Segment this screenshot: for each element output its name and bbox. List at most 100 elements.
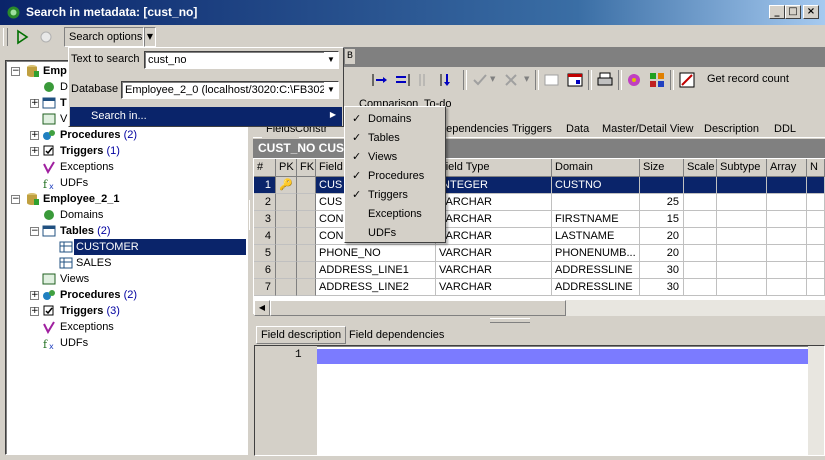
horizontal-splitter[interactable] [490, 318, 530, 323]
search-in-option-domains[interactable]: ✓ Domains [347, 110, 443, 129]
table-cell[interactable] [767, 245, 807, 262]
table-cell[interactable]: ADDRESSLINE [552, 262, 640, 279]
get-record-count-button[interactable]: Get record count [707, 73, 789, 85]
table-cell[interactable] [717, 262, 767, 279]
table-cell[interactable] [276, 228, 297, 245]
table-cell[interactable]: 25 [640, 194, 684, 211]
search-in-option-exceptions[interactable]: Exceptions [347, 205, 443, 224]
table-cell[interactable] [807, 279, 825, 296]
table-cell[interactable] [807, 228, 825, 245]
table-cell[interactable]: FIRSTNAME [552, 211, 640, 228]
table-cell[interactable] [684, 177, 717, 194]
table-cell[interactable]: 4 [254, 228, 276, 245]
tree-db2-procedures[interactable]: Procedures [60, 289, 121, 301]
table-cell[interactable]: VARCHAR [436, 279, 552, 296]
table-cell[interactable]: CUSTNO [552, 177, 640, 194]
table-cell[interactable] [717, 194, 767, 211]
rollback-icon[interactable] [502, 72, 520, 88]
tree-db2-udfs[interactable]: UDFs [60, 335, 88, 351]
table-cell[interactable] [767, 211, 807, 228]
table-cell[interactable] [297, 245, 316, 262]
tree-db1-name[interactable]: Emp [43, 63, 67, 79]
tree-db2-views[interactable]: Views [60, 271, 89, 287]
close-button[interactable]: × [803, 5, 819, 19]
tab-field-dependencies[interactable]: Field dependencies [345, 327, 448, 344]
tree-db1-udfs[interactable]: UDFs [60, 175, 88, 191]
expand-db1-icon[interactable]: − [11, 67, 20, 76]
tab-master-detail[interactable]: Master/Detail View [598, 121, 698, 138]
col-fk[interactable]: FK [297, 159, 316, 177]
table-cell[interactable] [297, 177, 316, 194]
col-number[interactable]: # [254, 159, 276, 177]
tab-field-description[interactable]: Field description [256, 326, 347, 344]
table-cell[interactable]: 3 [254, 211, 276, 228]
search-in-option-procedures[interactable]: ✓ Procedures [347, 167, 443, 186]
table-cell[interactable]: ADDRESS_LINE2 [316, 279, 436, 296]
table-cell[interactable] [684, 228, 717, 245]
tab-data[interactable]: Data [562, 121, 593, 138]
table-cell[interactable]: ADDRESSLINE [552, 279, 640, 296]
table-cell[interactable] [767, 228, 807, 245]
tab-description[interactable]: Description [700, 121, 763, 138]
col-array[interactable]: Array [767, 159, 807, 177]
table-cell[interactable] [297, 262, 316, 279]
tree-db1-exceptions[interactable]: Exceptions [60, 159, 114, 175]
database-combo[interactable]: Employee_2_0 (localhost/3020:C:\FB3020\ … [121, 81, 339, 99]
tree-db2-triggers[interactable]: Triggers [60, 305, 103, 317]
table-cell[interactable]: 20 [640, 228, 684, 245]
col-size[interactable]: Size [640, 159, 684, 177]
insert-field-icon[interactable] [371, 72, 389, 88]
table-cell[interactable] [717, 279, 767, 296]
col-domain[interactable]: Domain [552, 159, 640, 177]
table-cell[interactable]: 15 [640, 211, 684, 228]
table-cell[interactable]: 7 [254, 279, 276, 296]
search-in-option-views[interactable]: ✓ Views [347, 148, 443, 167]
database-dropdown-icon[interactable]: ▼ [324, 82, 338, 98]
rollback-dropdown-icon[interactable]: ▼ [524, 75, 529, 83]
table-cell[interactable]: PHONE_NO [316, 245, 436, 262]
text-to-search-dropdown-icon[interactable]: ▼ [324, 52, 338, 68]
col-field-type[interactable]: Field Type [436, 159, 552, 177]
stop-button[interactable] [36, 27, 56, 47]
table-cell[interactable]: 1 [254, 177, 276, 194]
table-cell[interactable] [807, 194, 825, 211]
search-in-menu-item[interactable]: Search in... ▶ [70, 107, 342, 126]
table-cell[interactable]: 20 [640, 245, 684, 262]
search-in-option-tables[interactable]: ✓ Tables [347, 129, 443, 148]
table-cell[interactable]: 2 [254, 194, 276, 211]
expand-db1-triggers-icon[interactable]: + [30, 147, 39, 156]
table-cell[interactable]: PHONENUMB... [552, 245, 640, 262]
table-cell[interactable]: LASTNAME [552, 228, 640, 245]
tree-db2-name[interactable]: Employee_2_1 [43, 191, 119, 207]
table-cell[interactable] [807, 262, 825, 279]
table-cell[interactable] [807, 177, 825, 194]
run-button[interactable] [12, 27, 32, 47]
table-cell[interactable] [276, 279, 297, 296]
expand-db2-triggers-icon[interactable]: + [30, 307, 39, 316]
col-subtype[interactable]: Subtype [717, 159, 767, 177]
table-cell[interactable] [717, 228, 767, 245]
table-cell[interactable] [297, 228, 316, 245]
minimize-button[interactable]: _ [769, 5, 785, 19]
tree-db2-table-customer[interactable]: CUSTOMER [74, 239, 246, 255]
expand-db1-procedures-icon[interactable]: + [30, 131, 39, 140]
tree-db1-tables[interactable]: T [60, 95, 67, 111]
table-cell[interactable] [276, 245, 297, 262]
table-cell[interactable] [717, 211, 767, 228]
settings-icon[interactable] [625, 71, 643, 89]
table-cell[interactable] [807, 245, 825, 262]
table-cell[interactable] [684, 262, 717, 279]
tree-db2-exceptions[interactable]: Exceptions [60, 319, 114, 335]
calendar-icon[interactable] [566, 71, 584, 89]
search-options-button[interactable]: Search options [64, 27, 144, 47]
search-options-dropdown-icon[interactable]: ▼ [144, 27, 156, 47]
scroll-left-icon[interactable]: ◀ [254, 300, 270, 316]
table-cell[interactable]: 30 [640, 262, 684, 279]
table-cell[interactable] [807, 211, 825, 228]
table-cell[interactable] [717, 177, 767, 194]
print-icon[interactable] [596, 71, 614, 89]
table-cell[interactable] [684, 211, 717, 228]
grid-horizontal-scrollbar[interactable]: ◀ [254, 300, 825, 316]
table-cell[interactable] [276, 194, 297, 211]
tools-icon[interactable] [648, 71, 666, 89]
